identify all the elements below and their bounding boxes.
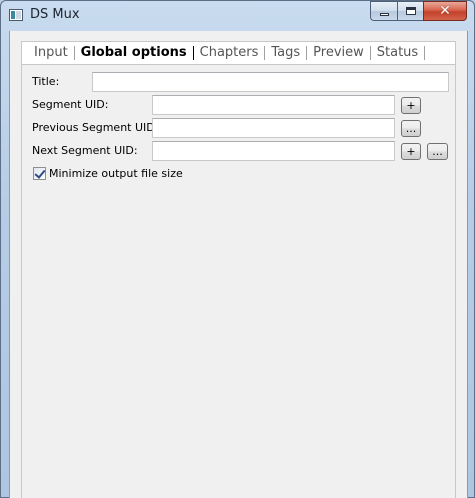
segment-uid-input[interactable] bbox=[152, 95, 395, 115]
segment-uid-add-button[interactable]: + bbox=[401, 97, 421, 114]
maximize-button[interactable] bbox=[397, 1, 423, 21]
minimize-button[interactable] bbox=[370, 1, 397, 21]
tab-status[interactable]: Status bbox=[371, 46, 426, 60]
tab-global-options[interactable]: Global options bbox=[75, 46, 194, 60]
window-controls: ✕ bbox=[370, 1, 467, 21]
prev-segment-uid-browse-button[interactable]: ... bbox=[401, 120, 421, 137]
close-icon: ✕ bbox=[439, 3, 451, 19]
close-button[interactable]: ✕ bbox=[423, 1, 467, 21]
tab-preview[interactable]: Preview bbox=[307, 46, 371, 60]
minimize-icon bbox=[379, 12, 389, 16]
tab-chapters[interactable]: Chapters bbox=[194, 46, 266, 60]
tab-bar: Input Global options Chapters Tags Previ… bbox=[21, 41, 456, 64]
tab-tags[interactable]: Tags bbox=[265, 46, 308, 60]
minimize-output-checkbox[interactable] bbox=[33, 167, 46, 180]
minimize-output-label[interactable]: Minimize output file size bbox=[49, 167, 183, 180]
global-options-panel: Title: Segment UID: + Previous Segment U… bbox=[21, 64, 456, 498]
next-segment-uid-add-button[interactable]: + bbox=[401, 143, 421, 160]
client-area: Input Global options Chapters Tags Previ… bbox=[9, 31, 468, 498]
title-input[interactable] bbox=[92, 72, 449, 92]
tab-input[interactable]: Input bbox=[28, 46, 75, 60]
minimize-output-row[interactable]: Minimize output file size bbox=[33, 167, 183, 180]
title-label: Title: bbox=[32, 75, 60, 88]
prev-segment-uid-input[interactable] bbox=[152, 118, 395, 138]
window-title: DS Mux bbox=[30, 7, 80, 22]
app-window-icon[interactable] bbox=[9, 9, 23, 21]
app-window: DS Mux ✕ Input Global options Chapters T… bbox=[0, 0, 475, 498]
next-segment-uid-label: Next Segment UID: bbox=[32, 144, 138, 157]
prev-segment-uid-label: Previous Segment UID: bbox=[32, 121, 159, 134]
next-segment-uid-input[interactable] bbox=[152, 141, 395, 161]
segment-uid-label: Segment UID: bbox=[32, 98, 109, 111]
maximize-icon bbox=[405, 7, 416, 15]
title-bar[interactable]: DS Mux ✕ bbox=[1, 1, 474, 31]
next-segment-uid-browse-button[interactable]: ... bbox=[427, 143, 448, 160]
